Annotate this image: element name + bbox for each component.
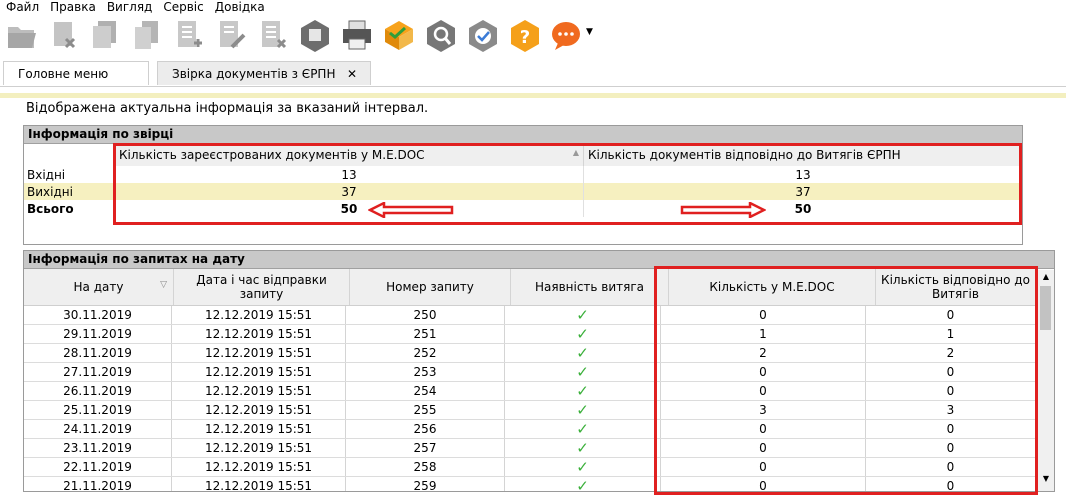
table-cell: 251	[345, 324, 505, 344]
tab-label: Головне меню	[18, 67, 109, 81]
info-message: Відображена актуальна інформація за вказ…	[26, 101, 429, 116]
help-icon[interactable]: ?	[508, 17, 542, 53]
verify-icon[interactable]	[466, 17, 500, 53]
table-cell: 23.11.2019	[24, 438, 172, 458]
check-icon: ✓	[504, 457, 661, 477]
close-icon[interactable]: ✕	[347, 62, 357, 86]
table-cell: 253	[345, 362, 505, 382]
table-cell: 12.12.2019 15:51	[171, 400, 346, 420]
table-cell: 30.11.2019	[24, 305, 172, 325]
copy-icon[interactable]	[88, 17, 122, 53]
menu-edit[interactable]: Правка	[44, 0, 101, 16]
chat-dropdown-icon[interactable]: ▼	[586, 27, 593, 37]
tab-bar: Головне меню Звірка документів з ЄРПН ✕	[0, 60, 1066, 87]
table-cell: 250	[345, 305, 505, 325]
annotation-box-counts	[654, 266, 1038, 495]
menu-help[interactable]: Довідка	[209, 0, 270, 16]
table-cell: 25.11.2019	[24, 400, 172, 420]
filter-icon[interactable]: ▽	[160, 280, 167, 290]
table-cell: 26.11.2019	[24, 381, 172, 401]
check-icon: ✓	[504, 324, 661, 344]
annotation-box-summary	[113, 143, 1022, 225]
table-cell: 12.12.2019 15:51	[171, 343, 346, 363]
toolbar: ? ▼	[0, 16, 1066, 56]
menu-bar: Файл Правка Вигляд Сервіс Довідка	[0, 0, 1066, 16]
table-cell: 12.12.2019 15:51	[171, 419, 346, 439]
check-icon: ✓	[504, 362, 661, 382]
print-icon[interactable]	[340, 17, 374, 53]
check-icon: ✓	[504, 381, 661, 401]
info-strip	[0, 93, 1066, 98]
scroll-down-arrow[interactable]: ▼	[1038, 474, 1054, 483]
summary-title: Інформація по звірці	[24, 126, 1022, 144]
table-cell: 12.12.2019 15:51	[171, 457, 346, 477]
table-cell: 256	[345, 419, 505, 439]
table-cell: 22.11.2019	[24, 457, 172, 477]
check-icon: ✓	[504, 305, 661, 325]
chat-icon[interactable]	[550, 17, 584, 53]
table-cell: 257	[345, 438, 505, 458]
menu-file[interactable]: Файл	[0, 0, 44, 16]
table-cell: 12.12.2019 15:51	[171, 324, 346, 344]
send-icon[interactable]	[382, 17, 416, 53]
delete-icon[interactable]	[46, 17, 80, 53]
table-cell: 12.12.2019 15:51	[171, 362, 346, 382]
check-icon: ✓	[504, 476, 661, 491]
edit-doc-icon[interactable]	[214, 17, 248, 53]
table-cell: 12.12.2019 15:51	[171, 438, 346, 458]
col-header-extract[interactable]: Наявність витяга	[510, 269, 669, 306]
table-cell: 255	[345, 400, 505, 420]
col-header-number[interactable]: Номер запиту	[349, 269, 511, 306]
check-icon: ✓	[504, 343, 661, 363]
table-cell: 254	[345, 381, 505, 401]
table-cell: 29.11.2019	[24, 324, 172, 344]
col-header-sent[interactable]: Дата і час відправки запиту	[173, 269, 350, 306]
tab-main-menu[interactable]: Головне меню	[3, 61, 149, 85]
vertical-scrollbar[interactable]: ▲ ▼	[1037, 270, 1054, 491]
tab-reconciliation[interactable]: Звірка документів з ЄРПН ✕	[157, 61, 371, 85]
table-cell: 259	[345, 476, 505, 491]
archive-icon[interactable]	[298, 17, 332, 53]
scroll-thumb[interactable]	[1040, 286, 1051, 330]
table-cell: 12.12.2019 15:51	[171, 381, 346, 401]
remove-doc-icon[interactable]	[256, 17, 290, 53]
table-cell: 12.12.2019 15:51	[171, 476, 346, 491]
check-icon: ✓	[504, 419, 661, 439]
table-cell: 252	[345, 343, 505, 363]
arrow-right-icon	[680, 202, 766, 218]
table-cell: 24.11.2019	[24, 419, 172, 439]
table-cell: 27.11.2019	[24, 362, 172, 382]
arrow-left-icon	[368, 202, 454, 218]
search-icon[interactable]	[424, 17, 458, 53]
table-cell: 28.11.2019	[24, 343, 172, 363]
duplicate-icon[interactable]	[130, 17, 164, 53]
scroll-up-arrow[interactable]: ▲	[1038, 270, 1054, 284]
table-cell: 12.12.2019 15:51	[171, 305, 346, 325]
table-cell: 258	[345, 457, 505, 477]
svg-text:?: ?	[520, 27, 530, 48]
add-doc-icon[interactable]	[172, 17, 206, 53]
table-cell: 21.11.2019	[24, 476, 172, 491]
check-icon: ✓	[504, 400, 661, 420]
open-icon[interactable]	[4, 17, 38, 53]
menu-view[interactable]: Вигляд	[101, 0, 158, 16]
menu-service[interactable]: Сервіс	[157, 0, 208, 16]
check-icon: ✓	[504, 438, 661, 458]
col-header-date[interactable]: На дату ▽	[24, 269, 174, 306]
tab-label: Звірка документів з ЄРПН	[172, 67, 336, 81]
